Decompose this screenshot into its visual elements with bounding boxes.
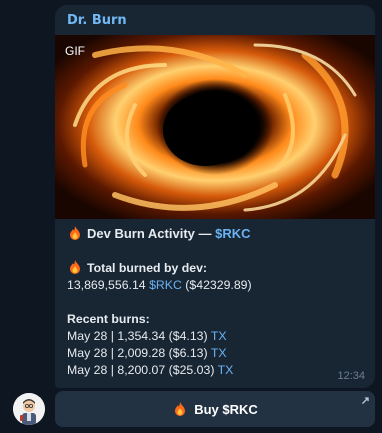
burn-row: May 28 | 8,200.07 ($25.03) TX — [67, 362, 365, 379]
fire-icon — [70, 260, 80, 274]
burn-text: May 28 | 2,009.28 ($6.13) — [67, 346, 208, 360]
total-token-link[interactable]: $RKC — [149, 278, 182, 292]
avatar-icon — [13, 393, 45, 425]
fire-icon — [175, 402, 186, 416]
total-label-line: Total burned by dev: — [67, 259, 365, 277]
fire-icon — [70, 226, 80, 240]
title-prefix: Dev Burn Activity — — [87, 226, 216, 241]
burn-text: May 28 | 8,200.07 ($25.03) — [67, 363, 215, 377]
black-hole-fire-image — [55, 35, 375, 219]
burn-row: May 28 | 1,354.34 ($4.13) TX — [67, 328, 365, 345]
total-amount-line: 13,869,556.14 $RKC ($42329.89) — [67, 277, 365, 294]
message-title: Dev Burn Activity — $RKC — [67, 225, 365, 242]
tx-link[interactable]: TX — [211, 346, 227, 360]
tx-link[interactable]: TX — [211, 329, 227, 343]
message-bubble: Dr. Burn GIF Dev Burn Activity — $RKC To… — [55, 5, 375, 388]
external-link-icon: ↗ — [360, 395, 370, 407]
total-label: Total burned by dev: — [87, 261, 208, 275]
buy-button-label: Buy $RKC — [194, 401, 258, 417]
tx-link[interactable]: TX — [218, 363, 234, 377]
buy-button[interactable]: Buy $RKC ↗ — [55, 391, 375, 427]
gif-badge: GIF — [65, 44, 85, 58]
title-token-link[interactable]: $RKC — [215, 226, 250, 241]
sender-name[interactable]: Dr. Burn — [67, 13, 127, 28]
bot-avatar[interactable] — [13, 393, 45, 425]
total-amount: 13,869,556.14 — [67, 278, 146, 292]
burn-row: May 28 | 2,009.28 ($6.13) TX — [67, 345, 365, 362]
gif-media[interactable]: GIF — [55, 35, 375, 219]
recent-label: Recent burns: — [67, 312, 150, 326]
total-usd: ($42329.89) — [185, 278, 252, 292]
message-time: 12:34 — [337, 370, 365, 382]
burn-text: May 28 | 1,354.34 ($4.13) — [67, 329, 208, 343]
message-text: Dev Burn Activity — $RKC Total burned by… — [67, 225, 365, 379]
